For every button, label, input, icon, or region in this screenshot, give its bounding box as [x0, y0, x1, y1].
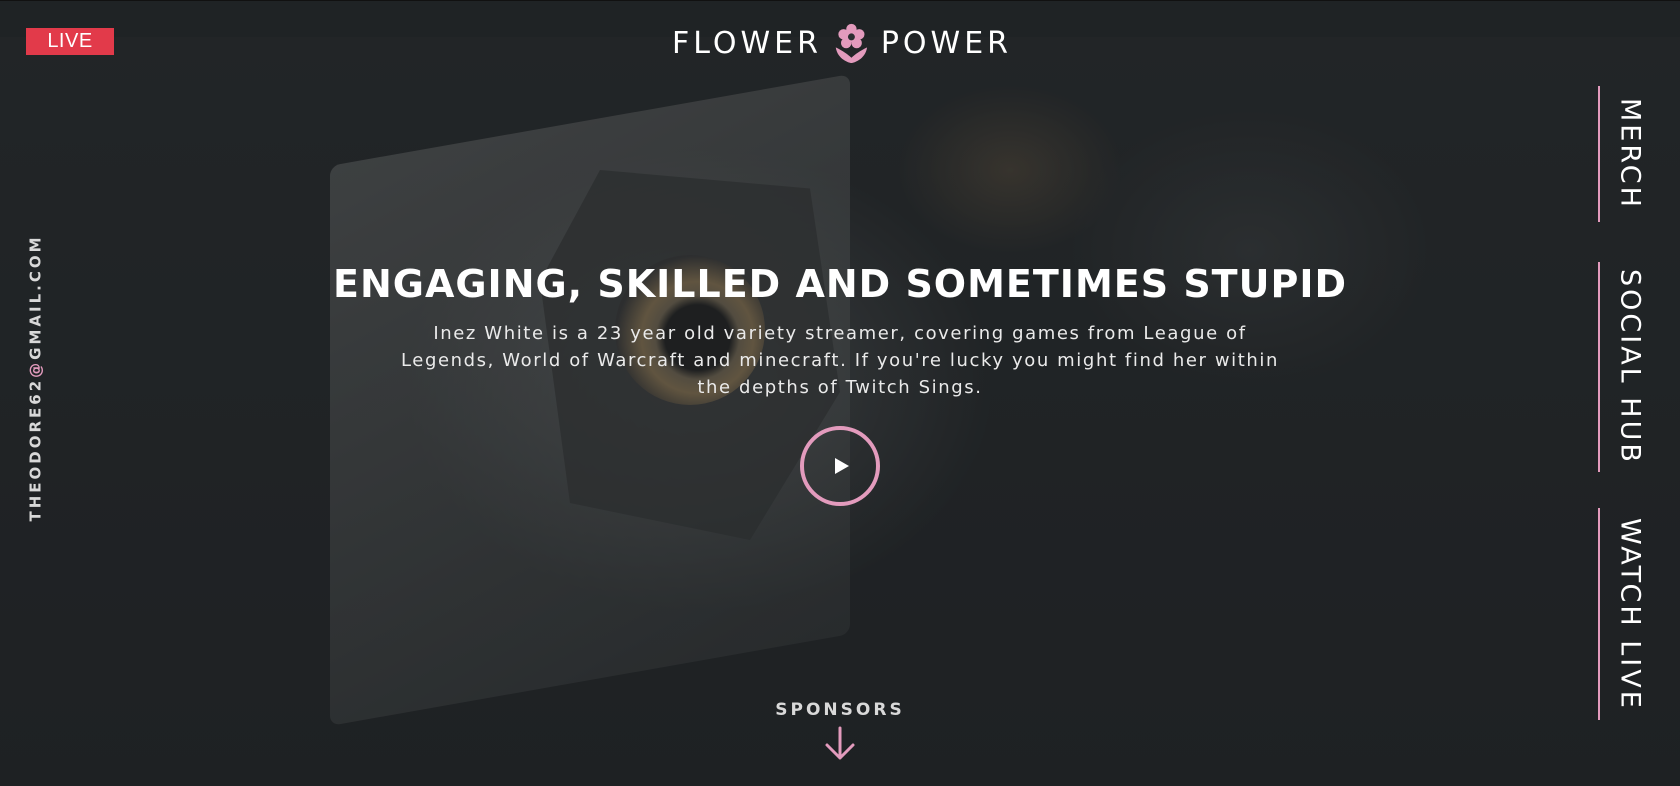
hero-title: ENGAGING, SKILLED AND SOMETIMES STUPID — [333, 262, 1347, 306]
nav-item-label: MERCH — [1614, 98, 1646, 210]
email-at-sign: @ — [27, 359, 46, 378]
hero-description: Inez White is a 23 year old variety stre… — [400, 323, 1280, 398]
arrow-down-icon — [825, 726, 855, 760]
logo-word-right: POWER — [880, 25, 1012, 61]
email-user: THEODORE62 — [27, 377, 46, 522]
play-icon — [835, 458, 849, 474]
play-video-button[interactable] — [800, 426, 880, 506]
nav-item-watch-live[interactable]: WATCH LIVE — [1598, 508, 1660, 720]
page: LIVE FLOWER POWER THEODORE62@GMAIL.COM M… — [0, 0, 1680, 786]
side-navigation: MERCH SOCIAL HUB WATCH LIVE — [1598, 86, 1660, 726]
sponsors-label: SPONSORS — [775, 700, 905, 720]
nav-item-label: WATCH LIVE — [1614, 517, 1646, 711]
logo-word-left: FLOWER — [672, 25, 822, 61]
site-logo[interactable]: FLOWER POWER — [672, 18, 1012, 68]
flower-icon — [835, 23, 868, 64]
sponsors-link[interactable]: SPONSORS — [740, 700, 940, 762]
live-badge[interactable]: LIVE — [26, 28, 114, 55]
nav-item-merch[interactable]: MERCH — [1598, 86, 1660, 222]
